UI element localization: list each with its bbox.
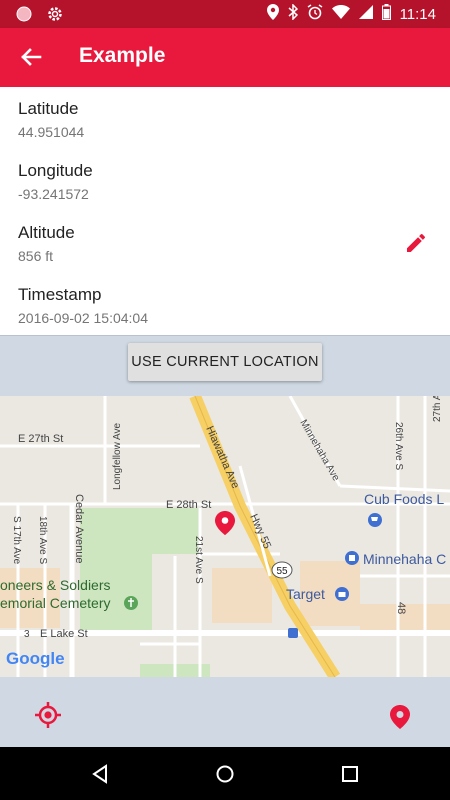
- timestamp-value: 2016-09-02 15:04:04: [18, 310, 148, 326]
- cub-foods-label: Cub Foods L: [364, 491, 444, 507]
- google-logo: Google: [6, 649, 65, 668]
- 26th-ave-label: 26th Ave S: [393, 422, 404, 471]
- status-time: 11:14: [399, 5, 436, 23]
- map-controls: [0, 677, 450, 747]
- map-pin-icon: [388, 705, 412, 734]
- target-shopping-icon: [335, 587, 349, 601]
- use-current-location-button[interactable]: USE CURRENT LOCATION: [128, 343, 322, 381]
- latitude-field: Latitude 44.951044: [18, 99, 84, 141]
- settings-gear-icon: [46, 5, 64, 28]
- commercial-area-1: [212, 568, 272, 623]
- route-55-shield-number: 55: [276, 566, 288, 577]
- wifi-icon: [331, 5, 350, 23]
- edit-altitude-button[interactable]: [404, 231, 428, 255]
- my-location-button[interactable]: [34, 701, 62, 729]
- altitude-value: 856 ft: [18, 248, 54, 264]
- location-icon: [266, 4, 279, 24]
- notification-dot-icon: [16, 6, 32, 27]
- e-28th-st-label: E 28th St: [166, 499, 211, 511]
- latitude-label: Latitude: [18, 99, 79, 118]
- cub-foods-cart-icon: [368, 513, 382, 527]
- altitude-label: Altitude: [18, 223, 75, 242]
- drop-pin-button[interactable]: [388, 704, 412, 730]
- status-bar: 11:14: [0, 0, 450, 28]
- location-controls: USE CURRENT LOCATION: [0, 335, 450, 396]
- e-lake-st-label: E Lake St: [40, 628, 88, 640]
- transit-station-icon: [288, 628, 298, 638]
- longitude-value: -93.241572: [18, 186, 89, 202]
- timestamp-field: Timestamp 2016-09-02 15:04:04: [18, 285, 148, 327]
- cedar-avenue-label: Cedar Avenue: [73, 494, 85, 564]
- route-55-shield-icon: 55: [271, 561, 293, 579]
- location-fields: Latitude 44.951044 Longitude -93.241572 …: [0, 87, 450, 335]
- signal-icon: [358, 5, 373, 23]
- longitude-label: Longitude: [18, 161, 93, 180]
- bluetooth-icon: [288, 3, 298, 24]
- minnehaha-c-label: Minnehaha C: [363, 551, 446, 567]
- battery-icon: [381, 4, 391, 24]
- road-48-label: 48: [395, 602, 407, 614]
- arrow-back-icon: [16, 48, 46, 76]
- memorial-cemetery-label: emorial Cemetery: [0, 595, 110, 611]
- nav-recent-square-icon: [341, 766, 359, 787]
- nav-home-button[interactable]: [215, 764, 235, 784]
- longfellow-ave-label: Longfellow Ave: [112, 422, 123, 490]
- my-location-target-icon: [34, 702, 62, 733]
- latitude-value: 44.951044: [18, 124, 85, 140]
- longitude-field: Longitude -93.241572: [18, 161, 93, 203]
- app-title: Example: [79, 44, 166, 67]
- map-view[interactable]: E 27th St Longfellow Ave Hiawatha Ave Mi…: [0, 396, 450, 677]
- system-nav-bar: [0, 747, 450, 800]
- nav-back-triangle-icon: [90, 764, 110, 788]
- alarm-icon: [307, 4, 323, 24]
- target-store-label: Target: [286, 586, 325, 602]
- timestamp-label: Timestamp: [18, 285, 102, 304]
- 27th-ave-label: 27th Ave S: [432, 396, 443, 422]
- 21st-ave-label: 21st Ave S: [193, 536, 204, 584]
- app-bar: Example: [0, 28, 450, 87]
- minnehaha-poi-icon: [345, 551, 359, 565]
- back-button[interactable]: [16, 42, 46, 72]
- nav-home-circle-icon: [215, 765, 235, 788]
- pioneers-soldiers-label: oneers & Soldiers: [0, 577, 111, 593]
- park-block: [140, 508, 200, 554]
- s-17th-ave-label: S 17th Ave: [11, 516, 22, 565]
- e-27th-st-label: E 27th St: [18, 433, 63, 445]
- 18th-ave-label: 18th Ave S: [37, 516, 48, 565]
- pencil-edit-icon: [404, 233, 428, 259]
- nav-back-button[interactable]: [90, 764, 110, 784]
- e-lake-st-number: 3: [24, 629, 30, 640]
- nav-recent-button[interactable]: [341, 765, 359, 783]
- cemetery-poi-icon: [124, 596, 138, 610]
- altitude-field: Altitude 856 ft: [18, 223, 75, 265]
